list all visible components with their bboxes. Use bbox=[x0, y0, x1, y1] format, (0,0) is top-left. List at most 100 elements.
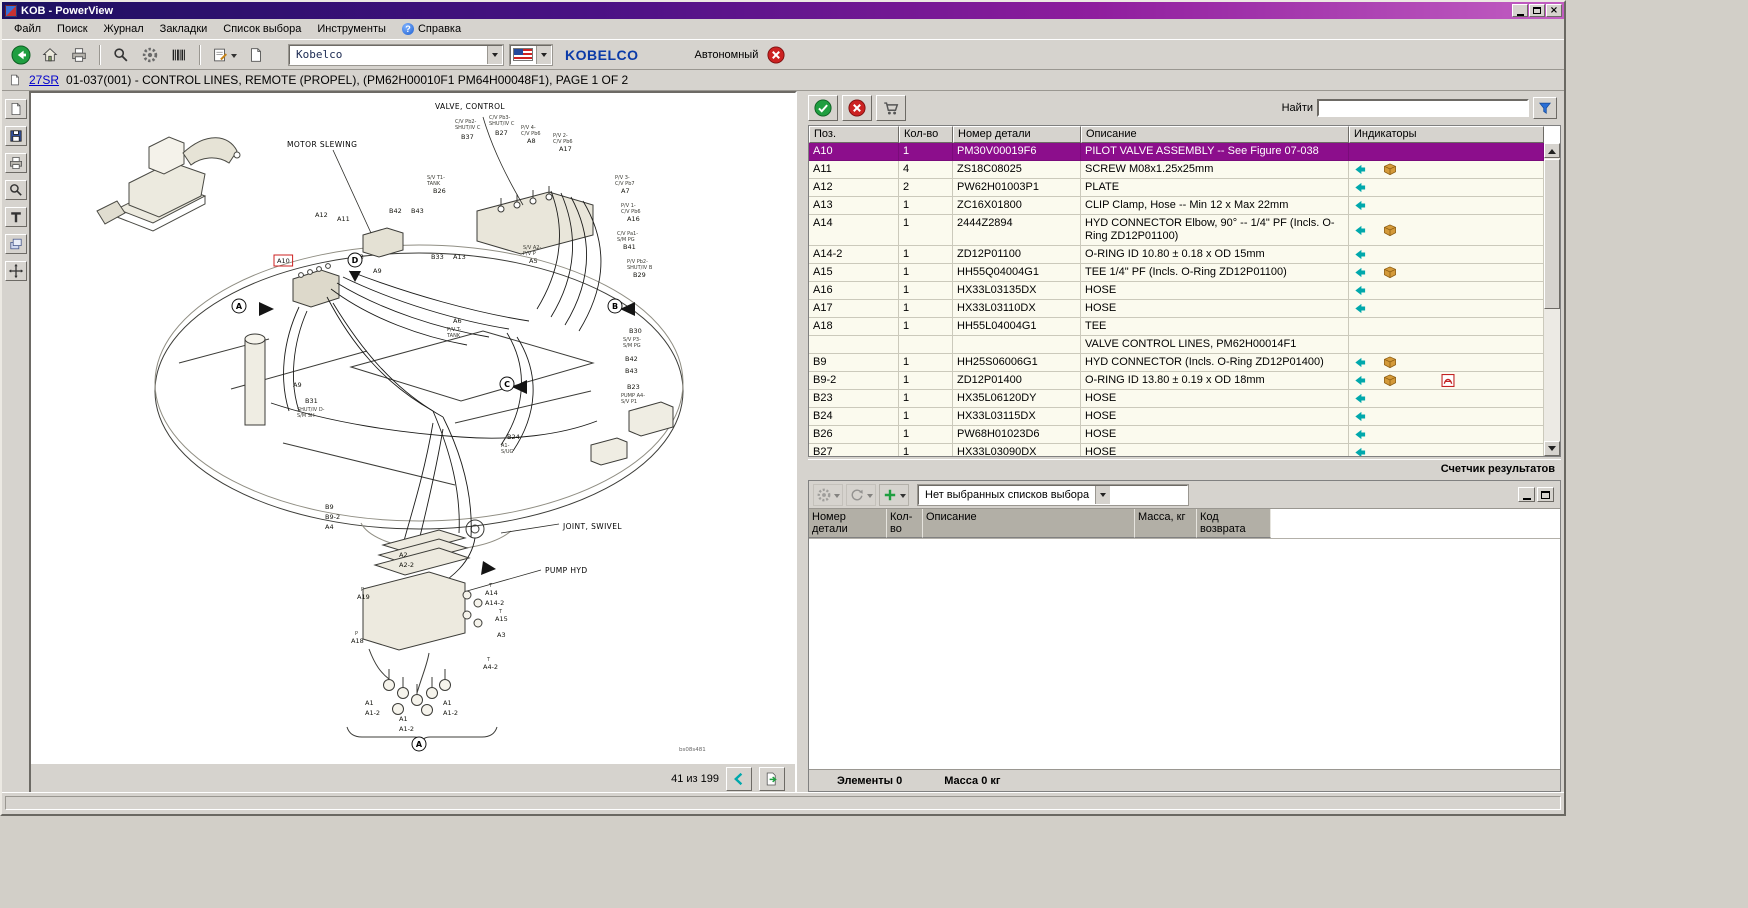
goto-figure-icon[interactable] bbox=[1353, 163, 1383, 176]
brand-select[interactable]: Kobelco bbox=[289, 45, 503, 65]
diagram-label[interactable]: A13 bbox=[453, 253, 466, 261]
diagram-label[interactable]: A17 bbox=[559, 145, 572, 153]
selection-refresh-button[interactable] bbox=[846, 484, 876, 506]
diagram-label[interactable]: B42 bbox=[389, 207, 402, 215]
diagram-label[interactable]: A1 bbox=[443, 699, 452, 707]
results-counter-bar[interactable]: Счетчик результатов bbox=[808, 459, 1561, 477]
add-to-cart-button[interactable] bbox=[876, 95, 906, 121]
menu-item-журнал[interactable]: Журнал bbox=[96, 20, 152, 38]
menu-item-список-выбора[interactable]: Список выбора bbox=[215, 20, 309, 38]
settings-gear-button[interactable] bbox=[137, 43, 163, 67]
parts-scrollbar[interactable] bbox=[1544, 143, 1560, 456]
diagram-label[interactable]: A12 bbox=[315, 211, 328, 219]
export-page-button[interactable] bbox=[5, 99, 27, 119]
diagram-label[interactable]: A10 bbox=[277, 257, 290, 265]
diagram-label[interactable]: A14 bbox=[485, 589, 498, 597]
diagram-label[interactable]: B29 bbox=[633, 271, 646, 279]
menu-item-файл[interactable]: Файл bbox=[6, 20, 49, 38]
diagram-label[interactable]: A11 bbox=[337, 215, 350, 223]
selection-column-header[interactable]: Номер детали bbox=[809, 509, 887, 538]
diagram-label[interactable]: A5 bbox=[529, 257, 538, 265]
diagram-label[interactable]: A6 bbox=[453, 317, 462, 325]
find-input[interactable] bbox=[1317, 99, 1529, 117]
add-selection-list-button[interactable] bbox=[879, 484, 909, 506]
diagram-label[interactable]: B37 bbox=[461, 133, 474, 141]
diagram-label[interactable]: A3 bbox=[497, 631, 506, 639]
diagram-label[interactable]: A2 bbox=[399, 551, 408, 559]
back-button[interactable] bbox=[8, 43, 34, 67]
diagram-label[interactable]: A8 bbox=[527, 137, 536, 145]
new-page-button[interactable] bbox=[243, 43, 269, 67]
clear-selection-button[interactable] bbox=[842, 95, 872, 121]
menu-item-поиск[interactable]: Поиск bbox=[49, 20, 95, 38]
kit-package-icon[interactable] bbox=[1383, 374, 1413, 387]
diagram-label[interactable]: A16 bbox=[627, 215, 640, 223]
scrollbar-thumb[interactable] bbox=[1544, 159, 1560, 309]
menu-item-инструменты[interactable]: Инструменты bbox=[309, 20, 394, 38]
menu-item-справка[interactable]: ?Справка bbox=[394, 20, 469, 38]
diagram-label[interactable]: B23 bbox=[627, 383, 640, 391]
diagram-label[interactable]: B31 bbox=[305, 397, 318, 405]
chevron-down-icon[interactable] bbox=[536, 46, 551, 64]
table-row[interactable]: A14-21ZD12P01100O-RING ID 10.80 ± 0.18 x… bbox=[809, 246, 1544, 264]
print-button[interactable] bbox=[66, 43, 92, 67]
diagram-label[interactable]: A14-2 bbox=[485, 599, 504, 607]
goto-figure-icon[interactable] bbox=[1353, 199, 1383, 212]
selection-list-select[interactable]: Нет выбранных списков выбора bbox=[918, 485, 1188, 505]
panel-minimize-button[interactable] bbox=[1518, 487, 1535, 502]
diagram-label[interactable]: B42 bbox=[625, 355, 638, 363]
filter-button[interactable] bbox=[1533, 97, 1557, 119]
table-row[interactable]: VALVE CONTROL LINES, PM62H00014F1 bbox=[809, 336, 1544, 354]
model-link[interactable]: 27SR bbox=[29, 73, 59, 87]
selection-settings-button[interactable] bbox=[813, 484, 843, 506]
goto-figure-icon[interactable] bbox=[1353, 374, 1383, 387]
text-tool-button[interactable] bbox=[5, 207, 27, 227]
diagram-label[interactable]: A1-2 bbox=[399, 725, 414, 733]
table-row[interactable]: B91HH25S06006G1HYD CONNECTOR (Incls. O-R… bbox=[809, 354, 1544, 372]
pan-tool-button[interactable] bbox=[5, 261, 27, 281]
selection-column-header[interactable]: Масса, кг bbox=[1135, 509, 1197, 538]
diagram-label[interactable]: A1 bbox=[365, 699, 374, 707]
table-row[interactable]: A161HX33L03135DXHOSE bbox=[809, 282, 1544, 300]
selection-column-header[interactable]: Кол-во bbox=[887, 509, 923, 538]
diagram-label[interactable]: B43 bbox=[625, 367, 638, 375]
save-button[interactable] bbox=[5, 126, 27, 146]
parts-diagram[interactable]: MOTOR SLEWINGVALVE, CONTROLJOINT, SWIVEL… bbox=[31, 93, 795, 764]
diagram-label[interactable]: A4 bbox=[325, 523, 334, 531]
goto-figure-icon[interactable] bbox=[1353, 284, 1383, 297]
print-diagram-button[interactable] bbox=[5, 153, 27, 173]
scroll-down-button[interactable] bbox=[1544, 441, 1560, 456]
column-header[interactable]: Описание bbox=[1081, 126, 1349, 143]
diagram-label[interactable]: A7 bbox=[621, 187, 630, 195]
goto-figure-icon[interactable] bbox=[1353, 181, 1383, 194]
table-row[interactable]: B271HX33L03090DXHOSE bbox=[809, 444, 1544, 456]
table-row[interactable]: A151HH55Q04004G1TEE 1/4" PF (Incls. O-Ri… bbox=[809, 264, 1544, 282]
panel-maximize-button[interactable] bbox=[1537, 487, 1554, 502]
diagram-label[interactable]: B33 bbox=[431, 253, 444, 261]
next-figure-button[interactable] bbox=[759, 767, 785, 791]
diagram-label[interactable]: A1 bbox=[399, 715, 408, 723]
goto-figure-icon[interactable] bbox=[1353, 410, 1383, 423]
diagram-label[interactable]: B24 bbox=[507, 433, 520, 441]
diagram-label[interactable]: B41 bbox=[623, 243, 636, 251]
column-header[interactable]: Номер детали bbox=[953, 126, 1081, 143]
confirm-selection-button[interactable] bbox=[808, 95, 838, 121]
diagram-label[interactable]: A18 bbox=[351, 637, 364, 645]
diagram-label[interactable]: B43 bbox=[411, 207, 424, 215]
table-row[interactable]: B231HX35L06120DYHOSE bbox=[809, 390, 1544, 408]
goto-figure-icon[interactable] bbox=[1353, 302, 1383, 315]
table-row[interactable]: A114ZS18C08025SCREW M08x1.25x25mm bbox=[809, 161, 1544, 179]
language-select[interactable] bbox=[510, 45, 552, 65]
home-button[interactable] bbox=[37, 43, 63, 67]
goto-figure-icon[interactable] bbox=[1353, 392, 1383, 405]
selection-column-header[interactable]: Код возврата bbox=[1197, 509, 1271, 538]
scroll-up-button[interactable] bbox=[1544, 143, 1560, 158]
table-row[interactable]: A122PW62H01003P1PLATE bbox=[809, 179, 1544, 197]
diagram-label[interactable]: A1-2 bbox=[443, 709, 458, 717]
kit-package-icon[interactable] bbox=[1383, 224, 1413, 237]
diagram-label[interactable]: A2-2 bbox=[399, 561, 414, 569]
barcode-button[interactable] bbox=[166, 43, 192, 67]
chevron-down-icon[interactable] bbox=[487, 46, 502, 64]
diagram-label[interactable]: B30 bbox=[629, 327, 642, 335]
kit-package-icon[interactable] bbox=[1383, 163, 1413, 176]
